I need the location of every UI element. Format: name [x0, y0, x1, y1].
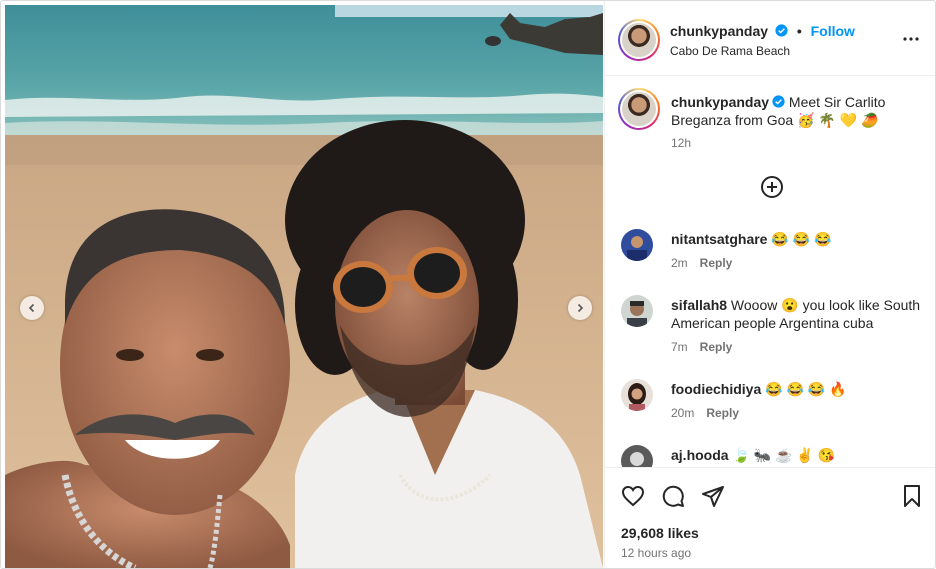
commenter-avatar[interactable]	[621, 445, 653, 467]
comment-username[interactable]: foodiechidiya	[671, 381, 761, 397]
verified-badge-icon	[772, 95, 785, 108]
reply-button[interactable]: Reply	[700, 340, 733, 354]
post-photo[interactable]	[5, 5, 603, 568]
comment-body: 🍃 🐜 ☕ ✌️ 😘	[732, 447, 836, 463]
comment-time: 7m	[671, 340, 688, 354]
comment-text: foodiechidiya 😂 😂 😂 🔥	[671, 380, 929, 398]
chevron-left-icon	[28, 303, 35, 313]
comment-meta: 7m Reply	[671, 340, 732, 354]
comment-text: nitantsatghare 😂 😂 😂	[671, 230, 929, 248]
beach-selfie-image	[5, 5, 603, 568]
commenter-avatar[interactable]	[621, 229, 653, 261]
post-side-panel: chunkypanday • Follow Cabo De Rama Beach	[604, 1, 935, 568]
author-username[interactable]: chunkypanday	[670, 23, 768, 39]
next-image-button[interactable]	[568, 296, 592, 320]
comment-time: 2m	[671, 256, 688, 270]
heart-icon[interactable]	[621, 484, 645, 508]
bookmark-icon[interactable]	[900, 484, 924, 508]
comment-body: 😂 😂 😂	[771, 231, 832, 247]
comments-list[interactable]: chunkypanday Meet Sir Carlito Breganza f…	[605, 77, 935, 467]
more-options-icon[interactable]	[902, 30, 920, 48]
caption-avatar[interactable]	[618, 88, 660, 130]
comment-username[interactable]: sifallah8	[671, 297, 727, 313]
comment-username[interactable]: aj.hooda	[671, 447, 729, 463]
commenter-avatar[interactable]	[621, 379, 653, 411]
caption-username[interactable]: chunkypanday	[671, 94, 769, 110]
caption-timestamp: 12h	[671, 136, 692, 150]
post-location[interactable]: Cabo De Rama Beach	[670, 44, 790, 58]
comment-text: aj.hooda 🍃 🐜 ☕ ✌️ 😘	[671, 446, 929, 464]
post-timestamp: 12 hours ago	[621, 546, 692, 560]
previous-image-button[interactable]	[20, 296, 44, 320]
comment-meta: 20m Reply	[671, 406, 739, 420]
comment-username[interactable]: nitantsatghare	[671, 231, 767, 247]
share-icon[interactable]	[701, 484, 725, 508]
comment-icon[interactable]	[661, 484, 685, 508]
comment-text: sifallah8 Wooow 😮 you look like South Am…	[671, 296, 929, 332]
post-actions: 29,608 likes 12 hours ago	[605, 467, 935, 568]
comment-meta: 2m Reply	[671, 256, 732, 270]
reply-button[interactable]: Reply	[700, 256, 733, 270]
plus-circle-icon[interactable]	[760, 175, 784, 199]
author-avatar[interactable]	[618, 19, 660, 61]
separator-dot: •	[796, 23, 802, 39]
comment-body: 😂 😂 😂 🔥	[765, 381, 847, 397]
post-modal: chunkypanday • Follow Cabo De Rama Beach	[0, 0, 936, 569]
reply-button[interactable]: Reply	[706, 406, 739, 420]
chevron-right-icon	[577, 303, 584, 313]
post-caption: chunkypanday Meet Sir Carlito Breganza f…	[671, 93, 929, 129]
author-line: chunkypanday • Follow	[670, 23, 855, 39]
comment-time: 20m	[671, 406, 695, 420]
commenter-avatar[interactable]	[621, 295, 653, 327]
likes-count[interactable]: 29,608 likes	[621, 525, 699, 541]
follow-button[interactable]: Follow	[811, 23, 855, 39]
verified-badge-icon	[775, 24, 788, 37]
post-header: chunkypanday • Follow Cabo De Rama Beach	[605, 1, 935, 76]
